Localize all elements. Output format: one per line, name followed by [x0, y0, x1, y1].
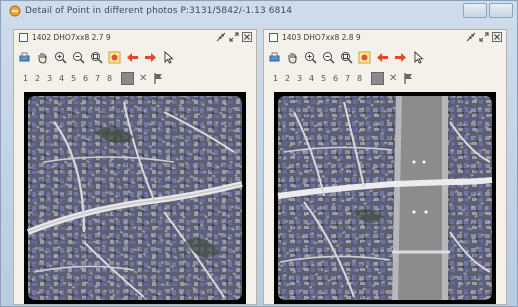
arrow-left-icon[interactable] — [126, 51, 139, 64]
window-controls — [463, 3, 513, 18]
photo-number[interactable]: 5 — [320, 74, 327, 83]
zoom-out-icon[interactable] — [322, 51, 335, 64]
photo-number[interactable]: 6 — [82, 74, 89, 83]
flag-icon[interactable] — [152, 72, 165, 85]
pointer-icon[interactable] — [412, 50, 425, 64]
window-titlebar[interactable]: Detail of Point in different photos P:31… — [1, 1, 517, 23]
arrow-right-icon[interactable] — [144, 51, 157, 64]
aerial-photo-left[interactable] — [24, 92, 246, 304]
expand-icon[interactable] — [479, 32, 489, 42]
zoom-extent-icon[interactable] — [90, 51, 103, 64]
panel-title: 1403 DHO7xx8 2.8 9 — [282, 33, 361, 42]
window-title: Detail of Point in different photos P:31… — [25, 6, 293, 16]
photo-number[interactable]: 4 — [308, 74, 315, 83]
color-box[interactable] — [121, 71, 134, 85]
photo-number[interactable]: 6 — [332, 74, 339, 83]
panel-controls — [466, 32, 502, 42]
restore-icon[interactable] — [216, 32, 226, 42]
photo-panel-left: 1402 DHO7xx8 2.7 9 1 2 3 4 5 6 7 8 ✕ — [13, 29, 257, 305]
photo-number[interactable]: 3 — [296, 74, 303, 83]
print-icon[interactable] — [18, 51, 31, 64]
photo-number[interactable]: 5 — [70, 74, 77, 83]
zoom-in-icon[interactable] — [304, 51, 317, 64]
zoom-extent-icon[interactable] — [340, 51, 353, 64]
photo-number[interactable]: 8 — [356, 74, 363, 83]
clear-icon[interactable]: ✕ — [389, 73, 397, 84]
photo-number-row: 1 2 3 4 5 6 7 8 ✕ — [22, 70, 252, 86]
window-maximize-button[interactable] — [489, 3, 513, 18]
photo-number[interactable]: 7 — [94, 74, 101, 83]
zoom-out-icon[interactable] — [72, 51, 85, 64]
photo-number[interactable]: 7 — [344, 74, 351, 83]
photo-number[interactable]: 2 — [34, 74, 41, 83]
print-icon[interactable] — [268, 51, 281, 64]
clear-icon[interactable]: ✕ — [139, 73, 147, 84]
pointer-icon[interactable] — [162, 50, 175, 64]
window-minimize-button[interactable] — [463, 3, 487, 18]
close-icon[interactable] — [242, 32, 252, 42]
photo-number[interactable]: 1 — [22, 74, 29, 83]
panel-controls — [216, 32, 252, 42]
photo-panel-right: 1403 DHO7xx8 2.8 9 1 2 3 4 5 6 7 8 ✕ — [263, 29, 507, 305]
close-icon[interactable] — [492, 32, 502, 42]
point-icon[interactable] — [108, 51, 121, 64]
flag-icon[interactable] — [402, 72, 415, 85]
panel-window-icon — [19, 33, 28, 42]
pan-hand-icon[interactable] — [36, 51, 49, 64]
pan-hand-icon[interactable] — [286, 51, 299, 64]
photo-number[interactable]: 2 — [284, 74, 291, 83]
restore-icon[interactable] — [466, 32, 476, 42]
panel-title: 1402 DHO7xx8 2.7 9 — [32, 33, 111, 42]
panel-toolbar — [268, 48, 502, 66]
zoom-in-icon[interactable] — [54, 51, 67, 64]
panel-header: 1403 DHO7xx8 2.8 9 — [264, 30, 506, 46]
photo-number[interactable]: 3 — [46, 74, 53, 83]
panel-window-icon — [269, 33, 278, 42]
arrow-left-icon[interactable] — [376, 51, 389, 64]
photo-number[interactable]: 8 — [106, 74, 113, 83]
color-box[interactable] — [371, 71, 384, 85]
photo-number[interactable]: 4 — [58, 74, 65, 83]
photo-number[interactable]: 1 — [272, 74, 279, 83]
photo-number-row: 1 2 3 4 5 6 7 8 ✕ — [272, 70, 502, 86]
panel-toolbar — [18, 48, 252, 66]
point-icon[interactable] — [358, 51, 371, 64]
panel-header: 1402 DHO7xx8 2.7 9 — [14, 30, 256, 46]
detail-window: Detail of Point in different photos P:31… — [0, 0, 518, 307]
aerial-photo-right[interactable] — [274, 92, 496, 304]
app-icon — [9, 5, 21, 17]
expand-icon[interactable] — [229, 32, 239, 42]
arrow-right-icon[interactable] — [394, 51, 407, 64]
